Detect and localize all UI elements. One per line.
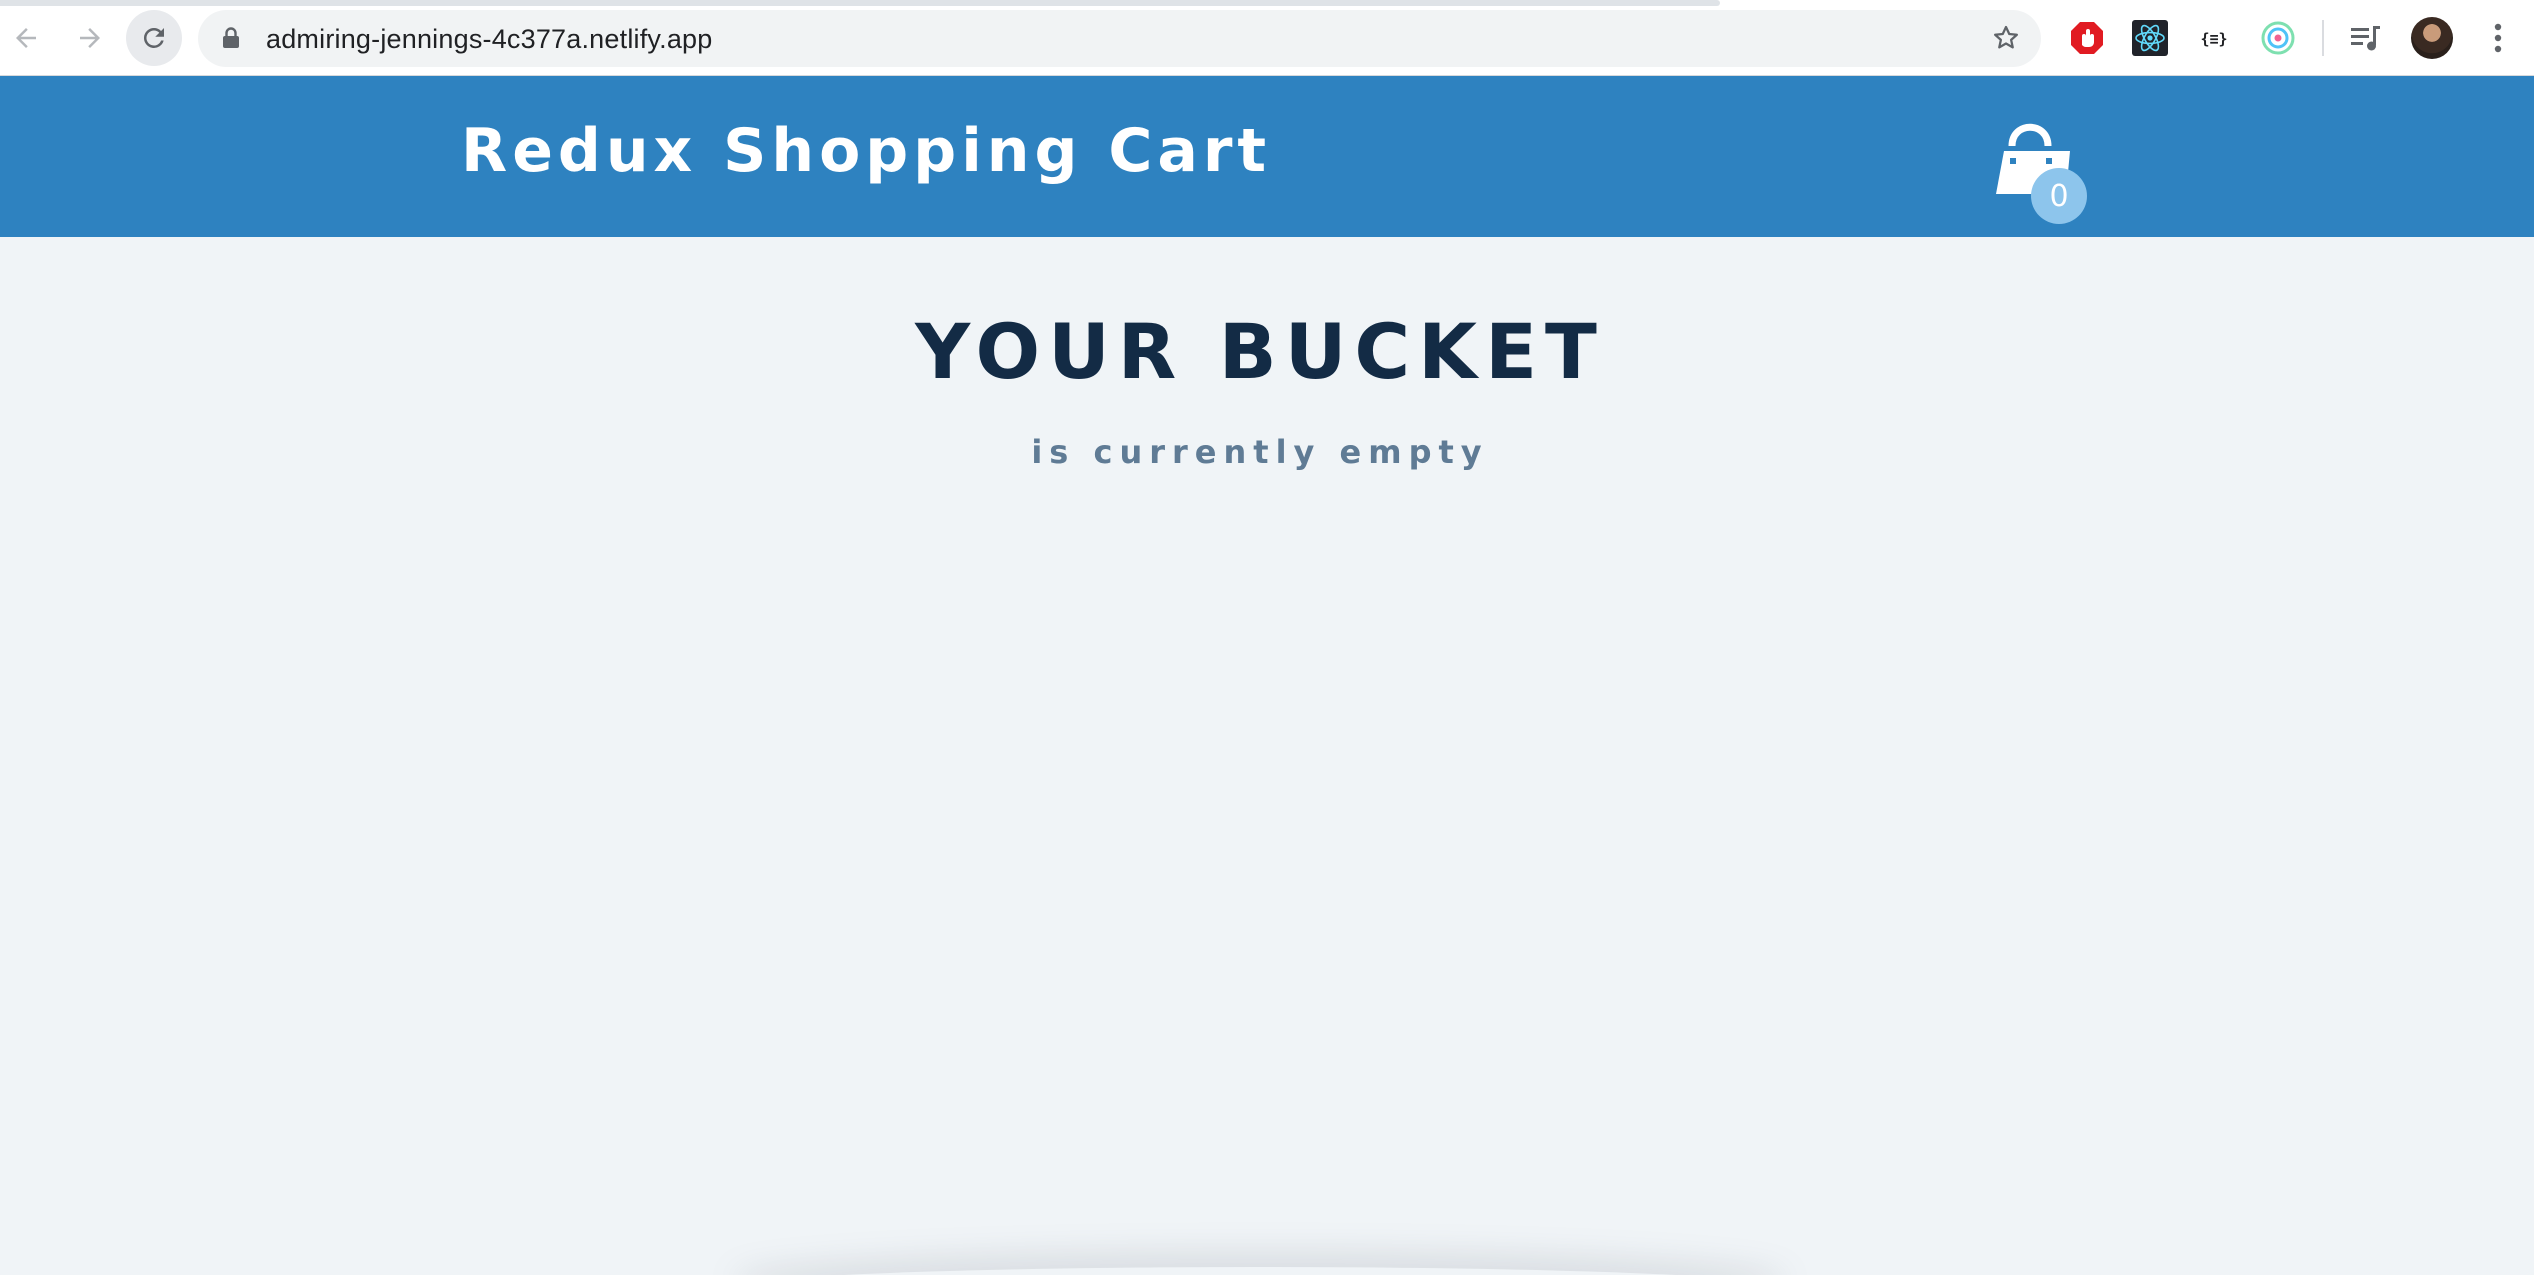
json-viewer-icon[interactable]: {≡}	[2192, 16, 2236, 60]
app-header: Redux Shopping Cart 0	[0, 76, 2534, 237]
empty-cart-message: is currently empty	[1031, 433, 1489, 471]
page: admiring-jennings-4c377a.netlify.app {≡}…	[0, 0, 2534, 1275]
page-title: YOUR BUCKET	[915, 307, 1605, 396]
toolbar-divider	[2322, 20, 2324, 56]
more-menu-icon[interactable]	[2476, 16, 2520, 60]
react-devtools-icon[interactable]	[2128, 16, 2172, 60]
app-title: Redux Shopping Cart	[461, 116, 1272, 186]
content-shadow	[740, 1267, 1780, 1275]
reload-button[interactable]	[126, 10, 182, 66]
svg-text:{≡}: {≡}	[2200, 30, 2227, 48]
page-load-indicator	[0, 0, 1720, 6]
adblock-icon[interactable]	[2065, 16, 2109, 60]
arrow-right-icon	[80, 28, 100, 48]
bookmark-star-icon[interactable]	[1991, 23, 2021, 53]
url-text: admiring-jennings-4c377a.netlify.app	[266, 24, 713, 54]
cart-count-badge: 0	[2031, 168, 2087, 224]
media-controls-icon[interactable]	[2344, 16, 2388, 60]
reload-icon	[143, 27, 164, 48]
colorzilla-icon[interactable]	[2256, 16, 2300, 60]
profile-avatar[interactable]	[2411, 17, 2453, 59]
forward-button[interactable]	[62, 10, 118, 66]
arrow-left-icon	[16, 28, 36, 48]
browser-toolbar: admiring-jennings-4c377a.netlify.app {≡}	[0, 0, 2534, 76]
address-bar[interactable]: admiring-jennings-4c377a.netlify.app	[198, 10, 2041, 67]
lock-icon	[223, 27, 239, 48]
back-button[interactable]	[0, 10, 54, 66]
cart-page: YOUR BUCKET is currently empty	[0, 237, 2534, 1275]
